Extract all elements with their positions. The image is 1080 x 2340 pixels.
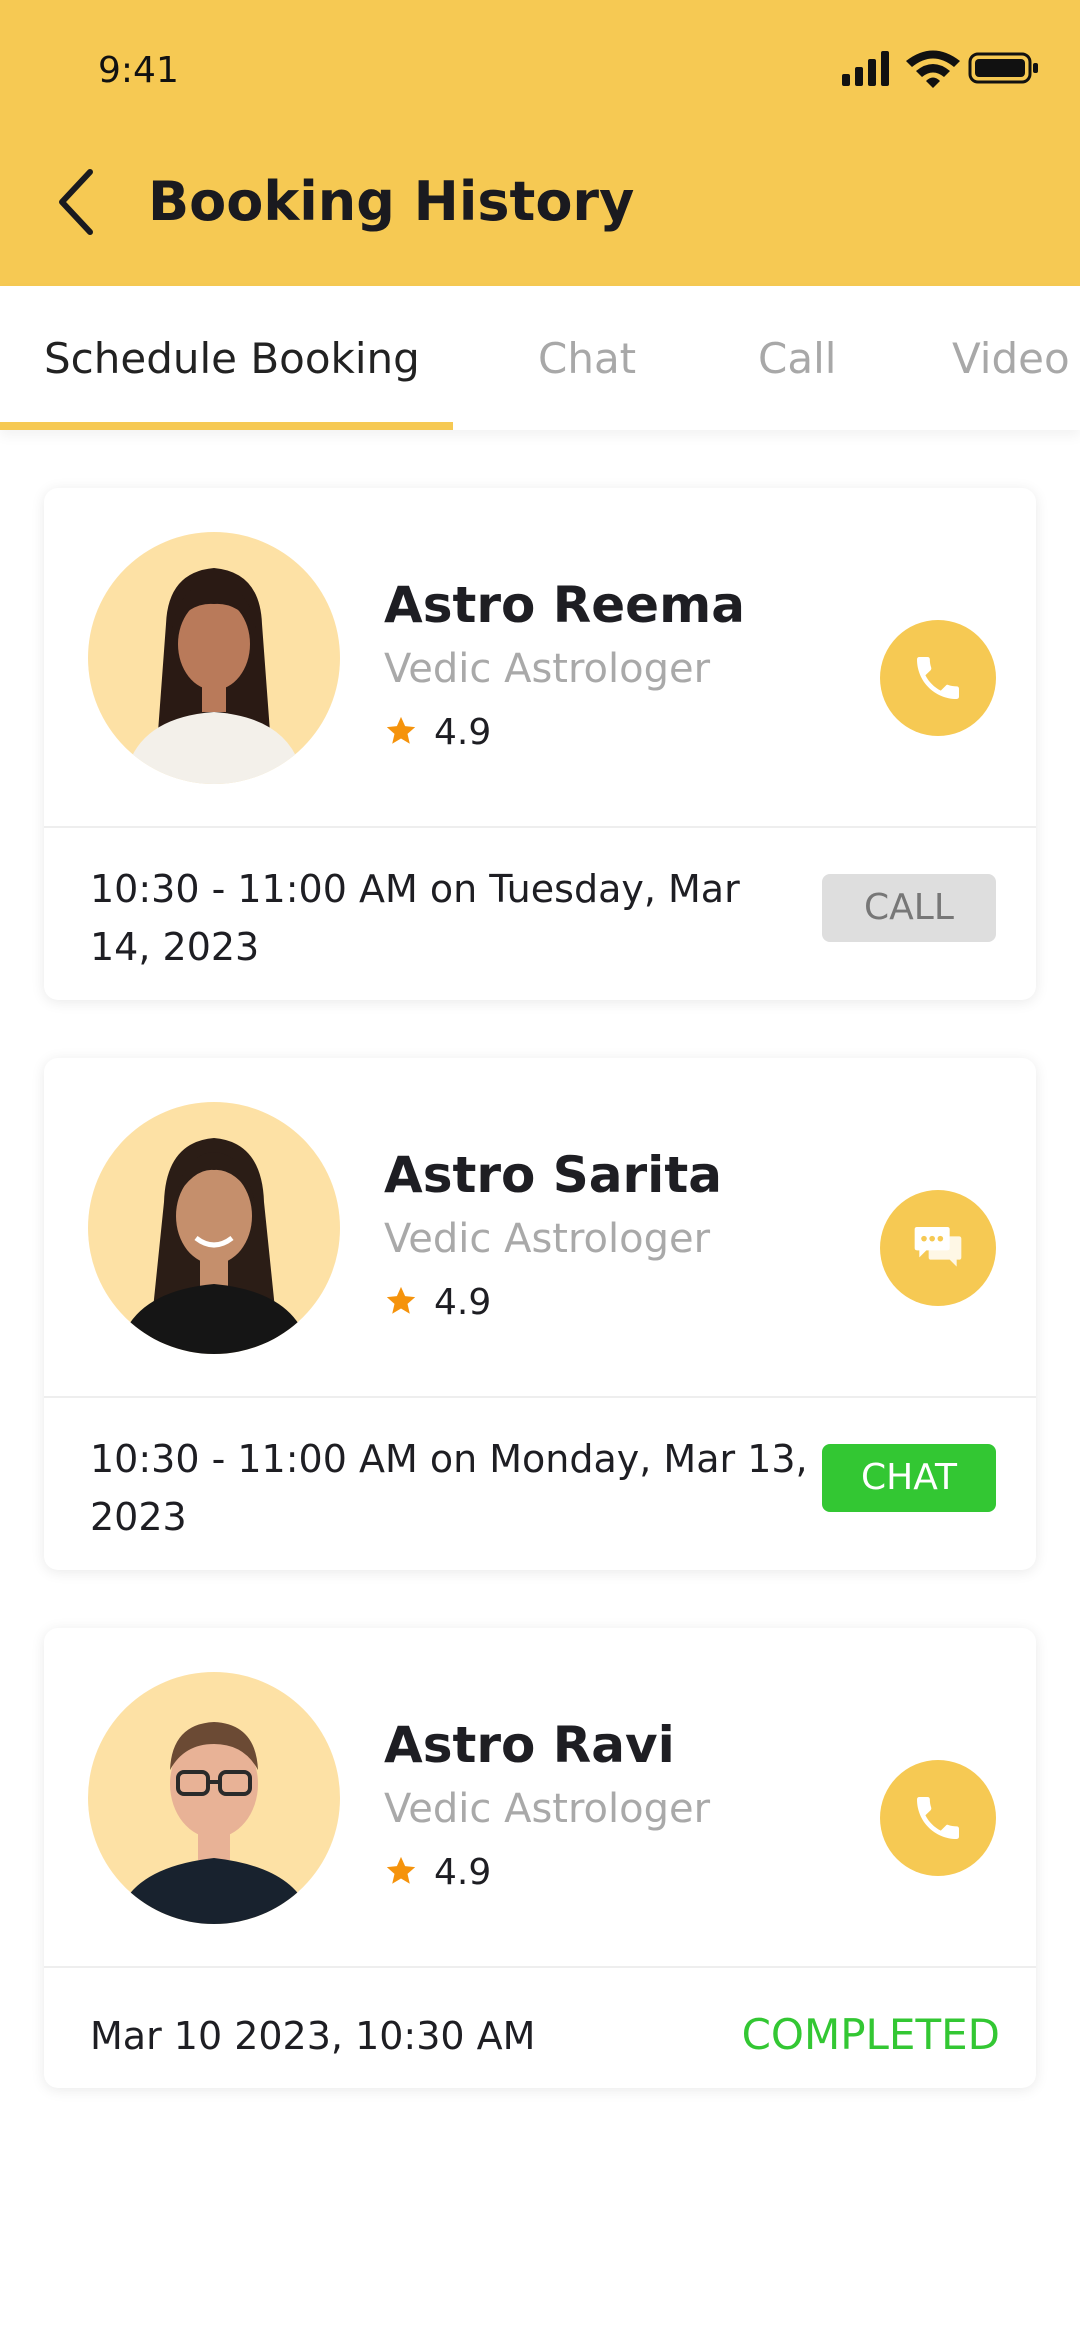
completed-status: COMPLETED — [741, 2010, 1000, 2059]
avatar — [88, 1672, 340, 1924]
divider — [44, 1396, 1036, 1398]
booking-card[interactable]: Astro Reema Vedic Astrologer 4.9 10:30 -… — [44, 488, 1036, 1000]
tab-call[interactable]: Call — [758, 334, 836, 383]
phone-icon — [917, 657, 959, 699]
chat-button[interactable] — [880, 1190, 996, 1306]
booking-slot: 10:30 - 11:00 AM on Monday, Mar 13, 2023 — [90, 1437, 808, 1539]
active-tab-indicator — [0, 422, 453, 430]
call-button[interactable] — [880, 1760, 996, 1876]
astrologer-role: Vedic Astrologer — [384, 1216, 711, 1262]
wifi-icon — [906, 50, 960, 88]
booking-slot: 10:30 - 11:00 AM on Tuesday, Mar 14, 202… — [90, 867, 740, 969]
page-title: Booking History — [148, 170, 635, 233]
tab-video[interactable]: Video — [952, 334, 1070, 383]
avatar — [88, 1102, 340, 1354]
app-header: 9:41 Booking History — [0, 0, 1080, 286]
phone-icon — [917, 1797, 959, 1839]
call-button[interactable] — [880, 620, 996, 736]
tab-schedule-booking[interactable]: Schedule Booking — [44, 334, 420, 383]
chat-icon — [914, 1227, 962, 1267]
status-icons — [842, 50, 1038, 88]
battery-icon — [968, 52, 1038, 84]
astrologer-name: Astro Reema — [384, 576, 745, 634]
rating-value: 4.9 — [434, 712, 492, 753]
booking-slot: Mar 10 2023, 10:30 AM — [90, 2014, 536, 2058]
tab-chat[interactable]: Chat — [538, 334, 636, 383]
star-icon — [386, 716, 416, 744]
divider — [44, 1966, 1036, 1968]
back-arrow-icon[interactable] — [48, 162, 104, 242]
status-time: 9:41 — [98, 50, 179, 91]
avatar — [88, 532, 340, 784]
rating-value: 4.9 — [434, 1852, 492, 1893]
astrologer-role: Vedic Astrologer — [384, 646, 711, 692]
astrologer-name: Astro Ravi — [384, 1716, 675, 1774]
chat-status-badge[interactable]: CHAT — [822, 1444, 996, 1512]
star-icon — [386, 1286, 416, 1314]
star-icon — [386, 1856, 416, 1884]
tab-bar: Schedule Booking Chat Call Video — [0, 286, 1080, 430]
booking-card[interactable]: Astro Ravi Vedic Astrologer 4.9 Mar 10 2… — [44, 1628, 1036, 2088]
rating-value: 4.9 — [434, 1282, 492, 1323]
call-status-badge[interactable]: CALL — [822, 874, 996, 942]
divider — [44, 826, 1036, 828]
booking-card[interactable]: Astro Sarita Vedic Astrologer 4.9 10:30 … — [44, 1058, 1036, 1570]
astrologer-role: Vedic Astrologer — [384, 1786, 711, 1832]
astrologer-name: Astro Sarita — [384, 1146, 722, 1204]
signal-icon — [842, 51, 889, 86]
